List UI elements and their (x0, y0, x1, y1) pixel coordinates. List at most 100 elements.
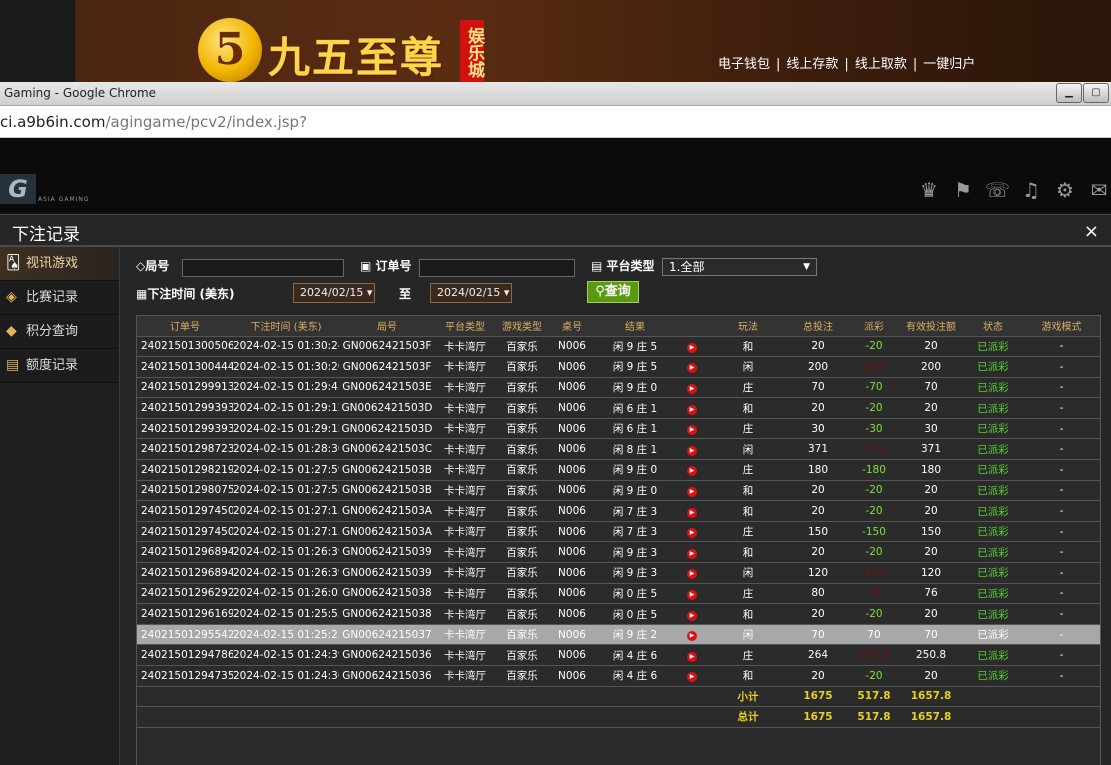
play-video-icon[interactable]: ▶ (687, 445, 697, 456)
query-button[interactable]: ⚲查询 (587, 281, 639, 303)
total-row: 总计 1675 517.8 1657.8 (137, 706, 1100, 728)
chat-icon[interactable]: ☏ (985, 178, 1010, 202)
cell-bet-time: 2024-02-15 01:26:03 (233, 583, 339, 605)
col-status[interactable]: 状态 (963, 316, 1023, 337)
play-video-icon[interactable]: ▶ (687, 383, 697, 394)
music-note-icon[interactable]: ♫ (1019, 178, 1043, 202)
close-button[interactable]: × (1084, 221, 1099, 242)
col-bet-time[interactable]: 下注时间 (美东) (233, 316, 339, 337)
play-video-icon[interactable]: ▶ (687, 363, 697, 374)
col-platform[interactable]: 平台类型 (435, 316, 495, 337)
cell-game-mode: - (1023, 665, 1100, 687)
table-row[interactable]: 240215012955428 2024-02-15 01:25:23 GN0062… (137, 624, 1100, 646)
play-video-icon[interactable]: ▶ (687, 569, 697, 580)
cell-total-bet: 70 (787, 624, 849, 646)
col-table-no[interactable]: 桌号 (549, 316, 595, 337)
table-row[interactable]: 240215013004445 2024-02-15 01:30:20 GN0062… (137, 356, 1100, 378)
play-video-icon[interactable]: ▶ (687, 589, 697, 600)
play-video-icon[interactable]: ▶ (687, 466, 697, 477)
cell-total-bet: 371 (787, 438, 849, 461)
cell-play: 和 (709, 603, 787, 625)
cell-valid-bet: 150 (899, 521, 963, 543)
sidebar-item-label: 视讯游戏 (26, 256, 79, 271)
table-row[interactable]: 240215012961692 2024-02-15 01:25:55 GN0062… (137, 603, 1100, 625)
vip-crown-icon[interactable]: ♛ (917, 178, 941, 202)
col-game-mode[interactable]: 游戏模式 (1023, 316, 1100, 337)
table-row[interactable]: 240215012987230 2024-02-15 01:28:30 GN0062… (137, 438, 1100, 461)
play-video-icon[interactable]: ▶ (687, 548, 697, 559)
cell-game-type: 百家乐 (495, 418, 549, 440)
col-replay (675, 316, 709, 337)
date-to-picker[interactable]: 2024/02/15 ▾ (430, 283, 512, 303)
col-total-bet[interactable]: 总投注 (787, 316, 849, 337)
play-video-icon[interactable]: ▶ (687, 425, 697, 436)
message-icon[interactable]: ✉ (1087, 178, 1111, 202)
link-online-deposit[interactable]: 线上存款 (786, 57, 838, 72)
cell-total-bet: 180 (787, 459, 849, 481)
cell-bet-time: 2024-02-15 01:27:15 (233, 500, 339, 522)
sidebar-item-live-games[interactable]: 🂡 视讯游戏 (0, 247, 119, 281)
play-video-icon[interactable]: ▶ (687, 342, 697, 353)
table-row[interactable]: 240215013005067 2024-02-15 01:30:24 GN0062… (137, 336, 1100, 358)
play-video-icon[interactable]: ▶ (687, 528, 697, 539)
sum-cell (595, 686, 675, 708)
cell-payout: 371 (849, 438, 899, 461)
play-video-icon[interactable]: ▶ (687, 672, 697, 683)
table-row[interactable]: 240215012993934 2024-02-15 01:29:12 GN0062… (137, 418, 1100, 440)
date-from-picker[interactable]: 2024/02/15 ▾ (293, 283, 375, 303)
cell-replay: ▶ (675, 356, 709, 378)
platform-select-value: 1.全部 (669, 260, 705, 274)
maximize-button[interactable]: ▢ (1083, 83, 1109, 103)
cell-table-no: N006 (549, 500, 595, 522)
platform-select[interactable]: 1.全部 ▼ (662, 258, 817, 276)
round-input[interactable] (182, 259, 344, 277)
sidebar-item-credit-records[interactable]: ▤ 额度记录 (0, 349, 119, 383)
play-video-icon[interactable]: ▶ (687, 610, 697, 621)
col-play[interactable]: 玩法 (709, 316, 787, 337)
cell-game-mode: - (1023, 418, 1100, 440)
table-row[interactable]: 240215012999133 2024-02-15 01:29:45 GN0062… (137, 377, 1100, 399)
cell-payout: 76 (849, 583, 899, 605)
play-video-icon[interactable]: ▶ (687, 507, 697, 518)
col-order-id[interactable]: 订单号 (137, 316, 233, 337)
cell-table-no: N006 (549, 397, 595, 419)
cell-result: 闲 0 庄 5 (595, 603, 675, 625)
order-label: ▣ 订单号 (360, 257, 412, 274)
cell-valid-bet: 250.8 (899, 644, 963, 666)
cell-game-mode: - (1023, 459, 1100, 481)
play-video-icon[interactable]: ▶ (687, 631, 697, 642)
gear-icon[interactable]: ⚙ (1053, 178, 1077, 202)
table-row[interactable]: 240215012947355 2024-02-15 01:24:36 GN0062… (137, 665, 1100, 687)
table-row[interactable]: 240215012974503 2024-02-15 01:27:15 GN0062… (137, 521, 1100, 543)
table-row[interactable]: 240215012993935 2024-02-15 01:29:12 GN0062… (137, 397, 1100, 419)
flag-icon[interactable]: ⚑ (951, 178, 975, 202)
sidebar-item-points-query[interactable]: ◆ 积分查询 (0, 315, 119, 349)
col-valid-bet[interactable]: 有效投注额 (899, 316, 963, 337)
table-row[interactable]: 240215012947863 2024-02-15 01:24:39 GN0062… (137, 644, 1100, 666)
link-online-withdraw[interactable]: 线上取款 (855, 57, 907, 72)
table-row[interactable]: 240215012968942 2024-02-15 01:26:39 GN0062… (137, 541, 1100, 564)
cell-result: 闲 9 庄 3 (595, 541, 675, 564)
col-round-id[interactable]: 局号 (339, 316, 435, 337)
table-row[interactable]: 240215012980755 2024-02-15 01:27:52 GN0062… (137, 480, 1100, 502)
table-row[interactable]: 240215012968941 2024-02-15 01:26:39 GN0062… (137, 562, 1100, 584)
table-row[interactable]: 240215012982191 2024-02-15 01:27:59 GN0062… (137, 459, 1100, 481)
order-input[interactable] (419, 259, 575, 277)
play-video-icon[interactable]: ▶ (687, 486, 697, 497)
play-video-icon[interactable]: ▶ (687, 651, 697, 662)
cell-replay: ▶ (675, 624, 709, 646)
link-one-click-collect[interactable]: 一键归户 (923, 57, 975, 72)
col-payout[interactable]: 派彩 (849, 316, 899, 337)
col-game-type[interactable]: 游戏类型 (495, 316, 549, 337)
table-row[interactable]: 240215012962922 2024-02-15 01:26:03 GN0062… (137, 583, 1100, 605)
sidebar-item-match-records[interactable]: ◈ 比赛记录 (0, 281, 119, 315)
minimize-button[interactable]: ▁ (1056, 83, 1082, 103)
play-video-icon[interactable]: ▶ (687, 404, 697, 415)
address-bar[interactable]: ci.a9b6in.com/agingame/pcv2/index.jsp? (0, 106, 1111, 138)
sum-cell (495, 706, 549, 728)
col-result[interactable]: 结果 (595, 316, 675, 337)
cell-play: 闲 (709, 624, 787, 646)
link-e-wallet[interactable]: 电子钱包 (718, 57, 770, 72)
sum-cell (675, 706, 709, 728)
table-row[interactable]: 240215012974505 2024-02-15 01:27:15 GN0062… (137, 500, 1100, 522)
